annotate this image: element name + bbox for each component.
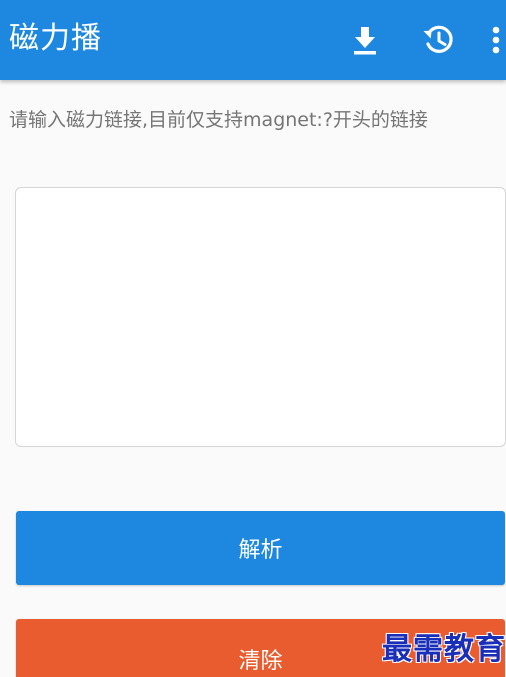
app-title: 磁力播 [9,21,102,56]
clear-button[interactable]: 清除 [16,619,505,677]
download-button[interactable] [343,18,387,62]
download-icon [354,27,376,55]
magnet-link-input[interactable] [15,187,506,447]
more-options-button[interactable] [488,18,506,62]
history-button[interactable] [416,18,460,62]
parse-button-label: 解析 [238,538,283,563]
clear-button-label: 清除 [238,649,283,674]
parse-button[interactable]: 解析 [16,511,505,585]
app-bar: 磁力播 [0,0,506,80]
more-vert-icon [492,26,500,54]
magnet-hint-text: 请输入磁力链接,目前仅支持magnet:?开头的链接 [9,109,428,131]
app-window: 磁力播 请输入磁力链接,目前仅支持magnet:?开头的链接 解析 清除 最需教… [0,0,506,677]
history-icon [423,25,453,53]
